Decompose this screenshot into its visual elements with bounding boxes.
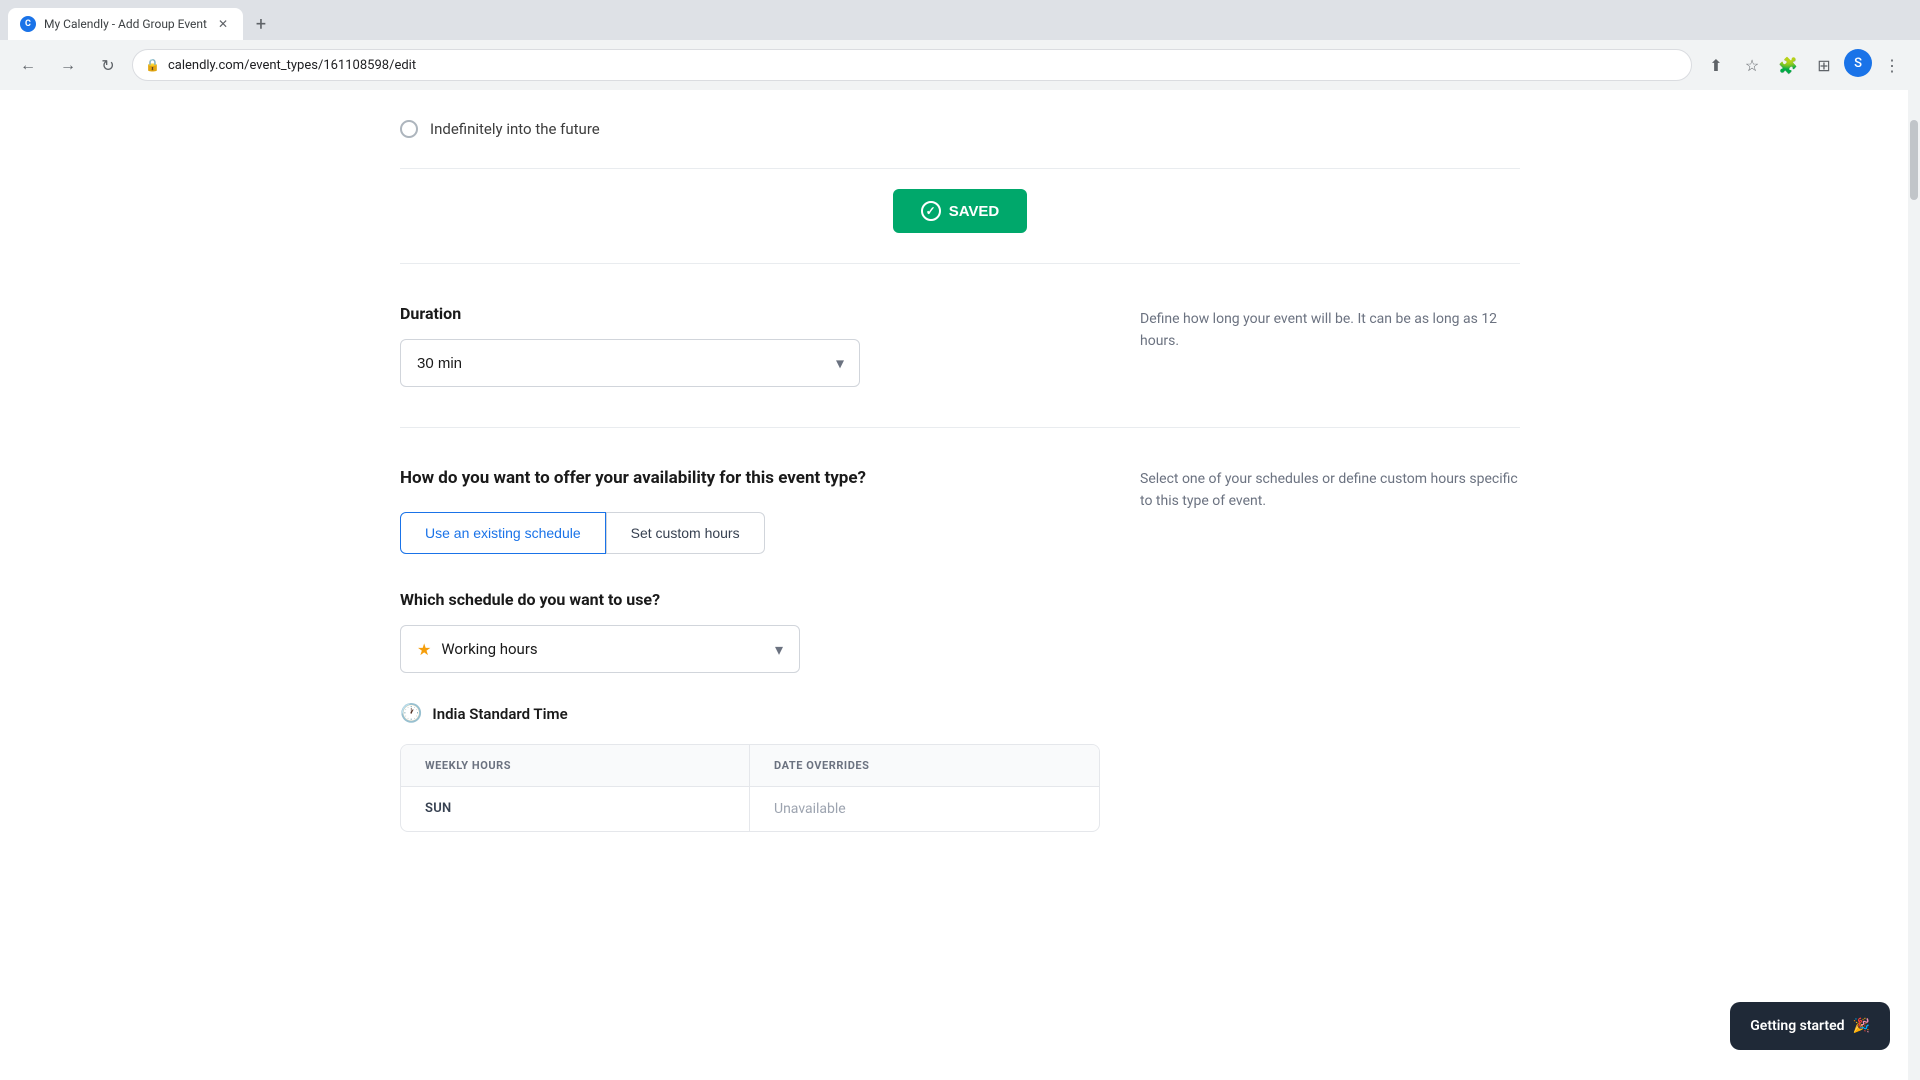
bookmark-button[interactable]: ☆ xyxy=(1736,49,1768,81)
date-overrides-header: DATE OVERRIDES xyxy=(750,745,1099,786)
availability-toggle-group: Use an existing schedule Set custom hour… xyxy=(400,512,1100,554)
refresh-icon: ↻ xyxy=(101,56,114,75)
duration-help: Define how long your event will be. It c… xyxy=(1140,304,1520,387)
schedule-name: Working hours xyxy=(441,640,765,658)
availability-section: How do you want to offer your availabili… xyxy=(400,427,1520,872)
tab-close-button[interactable]: ✕ xyxy=(215,16,231,32)
which-schedule-label: Which schedule do you want to use? xyxy=(400,590,1100,609)
user-avatar[interactable]: S xyxy=(1844,49,1872,77)
address-bar[interactable]: 🔒 calendly.com/event_types/161108598/edi… xyxy=(132,49,1692,81)
saved-button[interactable]: ✓ SAVED xyxy=(893,189,1028,233)
weekly-hours-header: WEEKLY HOURS xyxy=(401,745,750,786)
toast-icon: 🎉 xyxy=(1853,1018,1870,1034)
duration-select-wrapper: 30 min ▾ xyxy=(400,339,860,387)
star-icon: ★ xyxy=(417,640,431,659)
forward-button[interactable]: → xyxy=(52,49,84,81)
tab-title: My Calendly - Add Group Event xyxy=(44,17,207,31)
table-row: SUN Unavailable xyxy=(401,786,1099,831)
back-button[interactable]: ← xyxy=(12,49,44,81)
url-text: calendly.com/event_types/161108598/edit xyxy=(168,58,1679,73)
forward-icon: → xyxy=(60,55,76,75)
day-cell: SUN xyxy=(401,787,750,831)
use-existing-schedule-button[interactable]: Use an existing schedule xyxy=(400,512,606,554)
share-button[interactable]: ⬆ xyxy=(1700,49,1732,81)
tab-favicon: C xyxy=(20,16,36,32)
availability-help: Select one of your schedules or define c… xyxy=(1140,468,1520,832)
duration-select[interactable]: 30 min xyxy=(400,339,860,387)
saved-button-label: SAVED xyxy=(949,203,1000,220)
tab-bar: C My Calendly - Add Group Event ✕ + xyxy=(0,0,1920,40)
availability-question: How do you want to offer your availabili… xyxy=(400,468,1100,488)
new-tab-button[interactable]: + xyxy=(247,10,275,38)
duration-left: Duration 30 min ▾ xyxy=(400,304,1100,387)
timezone-name: India Standard Time xyxy=(432,705,567,723)
nav-actions: ⬆ ☆ 🧩 ⊞ S ⋮ xyxy=(1700,49,1908,81)
duration-help-text: Define how long your event will be. It c… xyxy=(1140,311,1497,349)
availability-help-text: Select one of your schedules or define c… xyxy=(1140,471,1518,509)
timezone-row: 🕐 India Standard Time xyxy=(400,703,1100,724)
nav-bar: ← → ↻ 🔒 calendly.com/event_types/1611085… xyxy=(0,40,1920,90)
set-custom-hours-button[interactable]: Set custom hours xyxy=(606,512,765,554)
toast-label: Getting started xyxy=(1750,1018,1844,1034)
availability-left: How do you want to offer your availabili… xyxy=(400,468,1100,832)
availability-inner: How do you want to offer your availabili… xyxy=(400,468,1520,832)
saved-section: ✓ SAVED xyxy=(400,169,1520,263)
duration-section: Duration 30 min ▾ Define how long your e… xyxy=(400,264,1520,427)
duration-label: Duration xyxy=(400,304,1100,323)
page-content: Indefinitely into the future ✓ SAVED Dur… xyxy=(0,90,1920,1080)
scrollbar-thumb[interactable] xyxy=(1910,120,1918,200)
scrollbar[interactable] xyxy=(1908,90,1920,1080)
indefinitely-label: Indefinitely into the future xyxy=(430,120,600,138)
indefinitely-radio[interactable] xyxy=(400,120,418,138)
hours-cell: Unavailable xyxy=(750,787,1099,831)
timezone-section: 🕐 India Standard Time WEEKLY HOURS DATE … xyxy=(400,673,1100,832)
hours-table-header: WEEKLY HOURS DATE OVERRIDES xyxy=(401,745,1099,786)
lock-icon: 🔒 xyxy=(145,58,160,72)
active-tab[interactable]: C My Calendly - Add Group Event ✕ xyxy=(8,8,243,40)
saved-check-icon: ✓ xyxy=(921,201,941,221)
browser-chrome: C My Calendly - Add Group Event ✕ + ← → … xyxy=(0,0,1920,90)
sidebar-toggle-button[interactable]: ⊞ xyxy=(1808,49,1840,81)
getting-started-toast[interactable]: Getting started 🎉 xyxy=(1730,1002,1890,1050)
schedule-select[interactable]: ★ Working hours ▾ xyxy=(400,625,800,673)
refresh-button[interactable]: ↻ xyxy=(92,49,124,81)
indefinitely-row: Indefinitely into the future xyxy=(400,90,1520,169)
hours-table: WEEKLY HOURS DATE OVERRIDES SUN Unavaila… xyxy=(400,744,1100,832)
schedule-chevron-icon: ▾ xyxy=(775,640,783,659)
clock-icon: 🕐 xyxy=(400,703,422,724)
extension-button[interactable]: 🧩 xyxy=(1772,49,1804,81)
menu-button[interactable]: ⋮ xyxy=(1876,49,1908,81)
back-icon: ← xyxy=(20,55,36,75)
main-container: Indefinitely into the future ✓ SAVED Dur… xyxy=(320,90,1600,872)
